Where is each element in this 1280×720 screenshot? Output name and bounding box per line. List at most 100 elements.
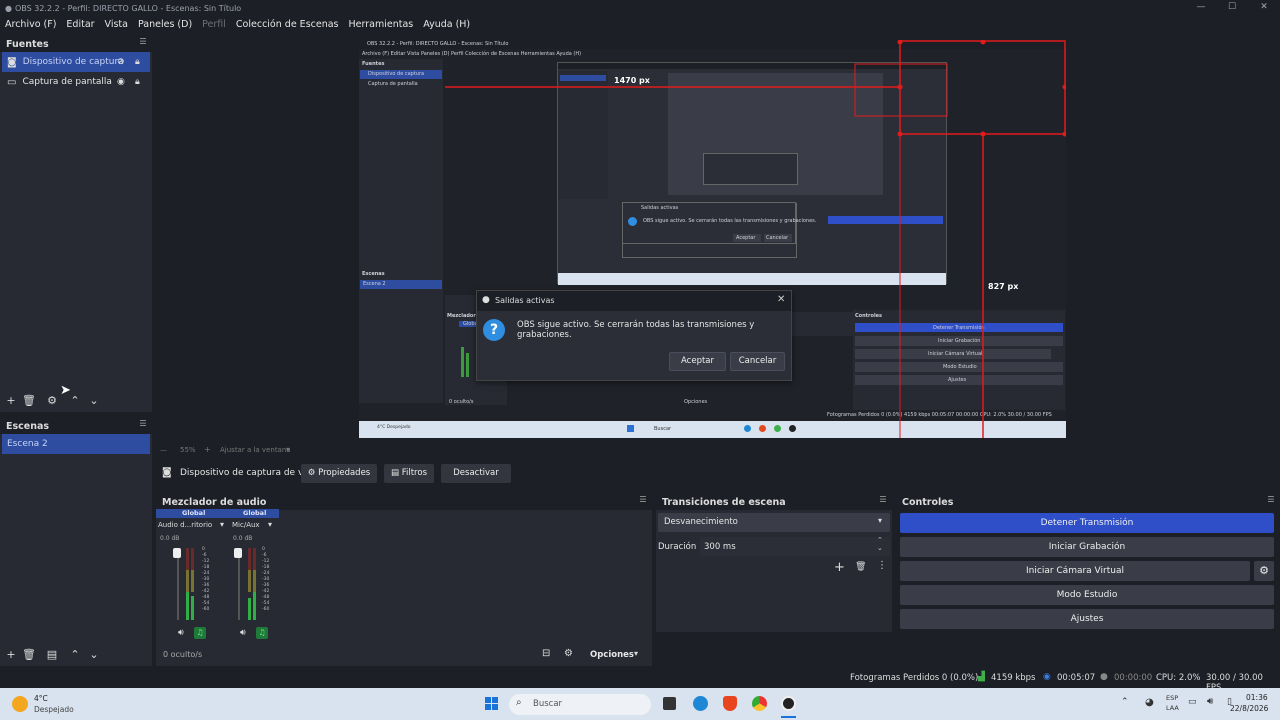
- speaker-icon[interactable]: 🔊︎: [178, 628, 184, 638]
- accept-button[interactable]: Aceptar: [669, 352, 726, 371]
- cancel-button[interactable]: Cancelar: [730, 352, 785, 371]
- chrome-icon[interactable]: [752, 696, 767, 711]
- channel-menu-icon[interactable]: ▾: [220, 520, 224, 529]
- taskbar-search[interactable]: ⌕ Buscar: [509, 694, 651, 715]
- lock-icon[interactable]: 🔒︎: [135, 77, 140, 87]
- obs-taskbar-icon[interactable]: [781, 696, 796, 711]
- menu-editar[interactable]: Editar: [61, 19, 99, 30]
- settings-button[interactable]: Ajustes: [900, 609, 1274, 629]
- menu-coleccion-escenas[interactable]: Colección de Escenas: [231, 19, 344, 30]
- menu-paneles[interactable]: Paneles (D): [133, 19, 197, 30]
- tray-app-icon[interactable]: ◕: [1145, 697, 1154, 708]
- add-icon[interactable]: +: [834, 560, 845, 575]
- inner-dialog: Salidas activas OBS sigue activo. Se cer…: [622, 202, 816, 244]
- chevron-down-icon: ▾: [878, 516, 883, 525]
- speaker-icon[interactable]: 🔊︎: [240, 628, 246, 638]
- trash-icon[interactable]: 🗑︎: [855, 562, 866, 572]
- trash-icon[interactable]: 🗑︎: [22, 394, 36, 407]
- layout-icon[interactable]: ⊟: [542, 648, 550, 659]
- volume-slider-handle[interactable]: [234, 548, 242, 558]
- source-item-captura[interactable]: ▭ Captura de pantalla ◉ 🔒︎: [2, 72, 150, 92]
- volume-slider-handle[interactable]: [173, 548, 181, 558]
- spin-up-icon[interactable]: ⌃: [877, 536, 883, 544]
- spin-down-icon[interactable]: ⌄: [877, 544, 883, 552]
- audio-mixer-dock: Mezclador de audio ☰ Global Global Audio…: [156, 492, 652, 666]
- chevron-up-icon[interactable]: ⌃: [1121, 697, 1129, 707]
- duration-input[interactable]: 300 ms ⌃ ⌄: [700, 536, 890, 556]
- menu-bar: Archivo (F) Editar Vista Paneles (D) Per…: [0, 16, 1280, 32]
- maximize-button[interactable]: ☐: [1217, 0, 1247, 16]
- start-recording-button[interactable]: Iniciar Grabación: [900, 537, 1274, 557]
- filters-button[interactable]: ▤ Filtros: [384, 464, 434, 483]
- move-down-icon[interactable]: ⌄: [87, 648, 101, 661]
- start-virtual-camera-button[interactable]: Iniciar Cámara Virtual: [900, 561, 1250, 581]
- dropped-frames: Fotogramas Perdidos 0 (0.0%): [850, 673, 979, 683]
- scenes-title: Escenas: [0, 416, 152, 434]
- windows-start-icon[interactable]: [485, 697, 499, 711]
- zoom-in-icon[interactable]: +: [204, 445, 211, 454]
- move-up-icon[interactable]: ⌃: [68, 648, 82, 661]
- network-icon[interactable]: ▭: [1188, 697, 1197, 707]
- menu-herramientas[interactable]: Herramientas: [344, 19, 419, 30]
- menu-perfil[interactable]: Perfil: [197, 19, 231, 30]
- headphones-icon[interactable]: ♫: [256, 627, 268, 639]
- source-item-dispositivo[interactable]: ◙ Dispositivo de captura ⊘ 🔒︎: [2, 52, 150, 72]
- menu-vista[interactable]: Vista: [100, 19, 133, 30]
- mouse-cursor-icon: ➤: [60, 383, 71, 398]
- zoom-fit-dropdown-icon[interactable]: ▾: [286, 445, 290, 454]
- edge-icon[interactable]: [693, 696, 708, 711]
- sources-dock: Fuentes ☰ ◙ Dispositivo de captura ⊘ 🔒︎ …: [0, 34, 152, 412]
- more-icon[interactable]: ⋮: [877, 560, 887, 571]
- volume-icon[interactable]: 🔊︎: [1207, 696, 1213, 707]
- transition-select[interactable]: Desvanecimiento ▾: [658, 513, 890, 532]
- filter-icon[interactable]: ▤: [45, 648, 59, 661]
- inner-dialog-ok: Aceptar: [736, 235, 756, 241]
- deactivate-button[interactable]: Desactivar: [441, 464, 511, 483]
- bitrate: 4159 kbps: [991, 673, 1036, 683]
- dock-menu-icon[interactable]: ☰: [138, 37, 148, 47]
- dock-menu-icon[interactable]: ☰: [138, 419, 148, 429]
- close-button[interactable]: ✕: [1249, 0, 1279, 16]
- chevron-down-icon[interactable]: ▾: [634, 649, 638, 658]
- task-view-icon[interactable]: [663, 697, 676, 710]
- menu-ayuda[interactable]: Ayuda (H): [418, 19, 475, 30]
- zoom-fit[interactable]: Ajustar a la ventana: [220, 446, 291, 454]
- filters-label: Filtros: [401, 468, 427, 478]
- options-button[interactable]: Opciones: [590, 650, 634, 660]
- question-icon: ?: [483, 319, 505, 341]
- clock-time[interactable]: 01:36: [1246, 693, 1268, 702]
- headphones-icon[interactable]: ♫: [194, 627, 206, 639]
- clock-date[interactable]: 22/8/2026: [1230, 704, 1268, 713]
- weather-temp: 4°C: [34, 694, 48, 703]
- eye-hidden-icon[interactable]: ⊘: [117, 57, 125, 67]
- add-icon[interactable]: +: [4, 648, 18, 661]
- gear-icon[interactable]: ⚙: [45, 394, 59, 407]
- lang-2[interactable]: LAA: [1166, 704, 1179, 712]
- cpu-usage: CPU: 2.0%: [1156, 673, 1201, 683]
- mixer-toolbar: 0 oculto/s ⊟ ⚙ Opciones ▾: [156, 646, 652, 666]
- close-icon[interactable]: ✕: [777, 294, 785, 305]
- dock-menu-icon[interactable]: ☰: [638, 495, 648, 505]
- lock-icon[interactable]: 🔒︎: [135, 57, 140, 67]
- dock-menu-icon[interactable]: ☰: [878, 495, 888, 505]
- zoom-out-icon[interactable]: —: [160, 446, 167, 454]
- minimize-button[interactable]: —: [1186, 0, 1216, 16]
- lang-1[interactable]: ESP: [1166, 694, 1178, 702]
- trash-icon[interactable]: 🗑︎: [22, 648, 36, 661]
- advanced-audio-icon[interactable]: ⚙: [564, 648, 573, 659]
- menu-archivo[interactable]: Archivo (F): [0, 19, 61, 30]
- move-down-icon[interactable]: ⌄: [87, 394, 101, 407]
- window-titlebar: ● OBS 32.2.2 - Perfil: DIRECTO GALLO - E…: [0, 0, 1280, 16]
- channel-menu-icon[interactable]: ▾: [268, 520, 272, 529]
- add-icon[interactable]: +: [4, 394, 18, 407]
- zoom-value: 55%: [180, 446, 196, 454]
- dock-menu-icon[interactable]: ☰: [1266, 495, 1276, 505]
- stop-streaming-button[interactable]: Detener Transmisión: [900, 513, 1274, 533]
- obs-app-icon: ●: [482, 295, 490, 305]
- properties-button[interactable]: ⚙ Propiedades: [301, 464, 377, 483]
- scene-item[interactable]: Escena 2: [2, 434, 150, 454]
- eye-icon[interactable]: ◉: [117, 77, 125, 87]
- studio-mode-button[interactable]: Modo Estudio: [900, 585, 1274, 605]
- brave-icon[interactable]: [723, 696, 737, 711]
- gear-icon[interactable]: ⚙: [1254, 561, 1274, 581]
